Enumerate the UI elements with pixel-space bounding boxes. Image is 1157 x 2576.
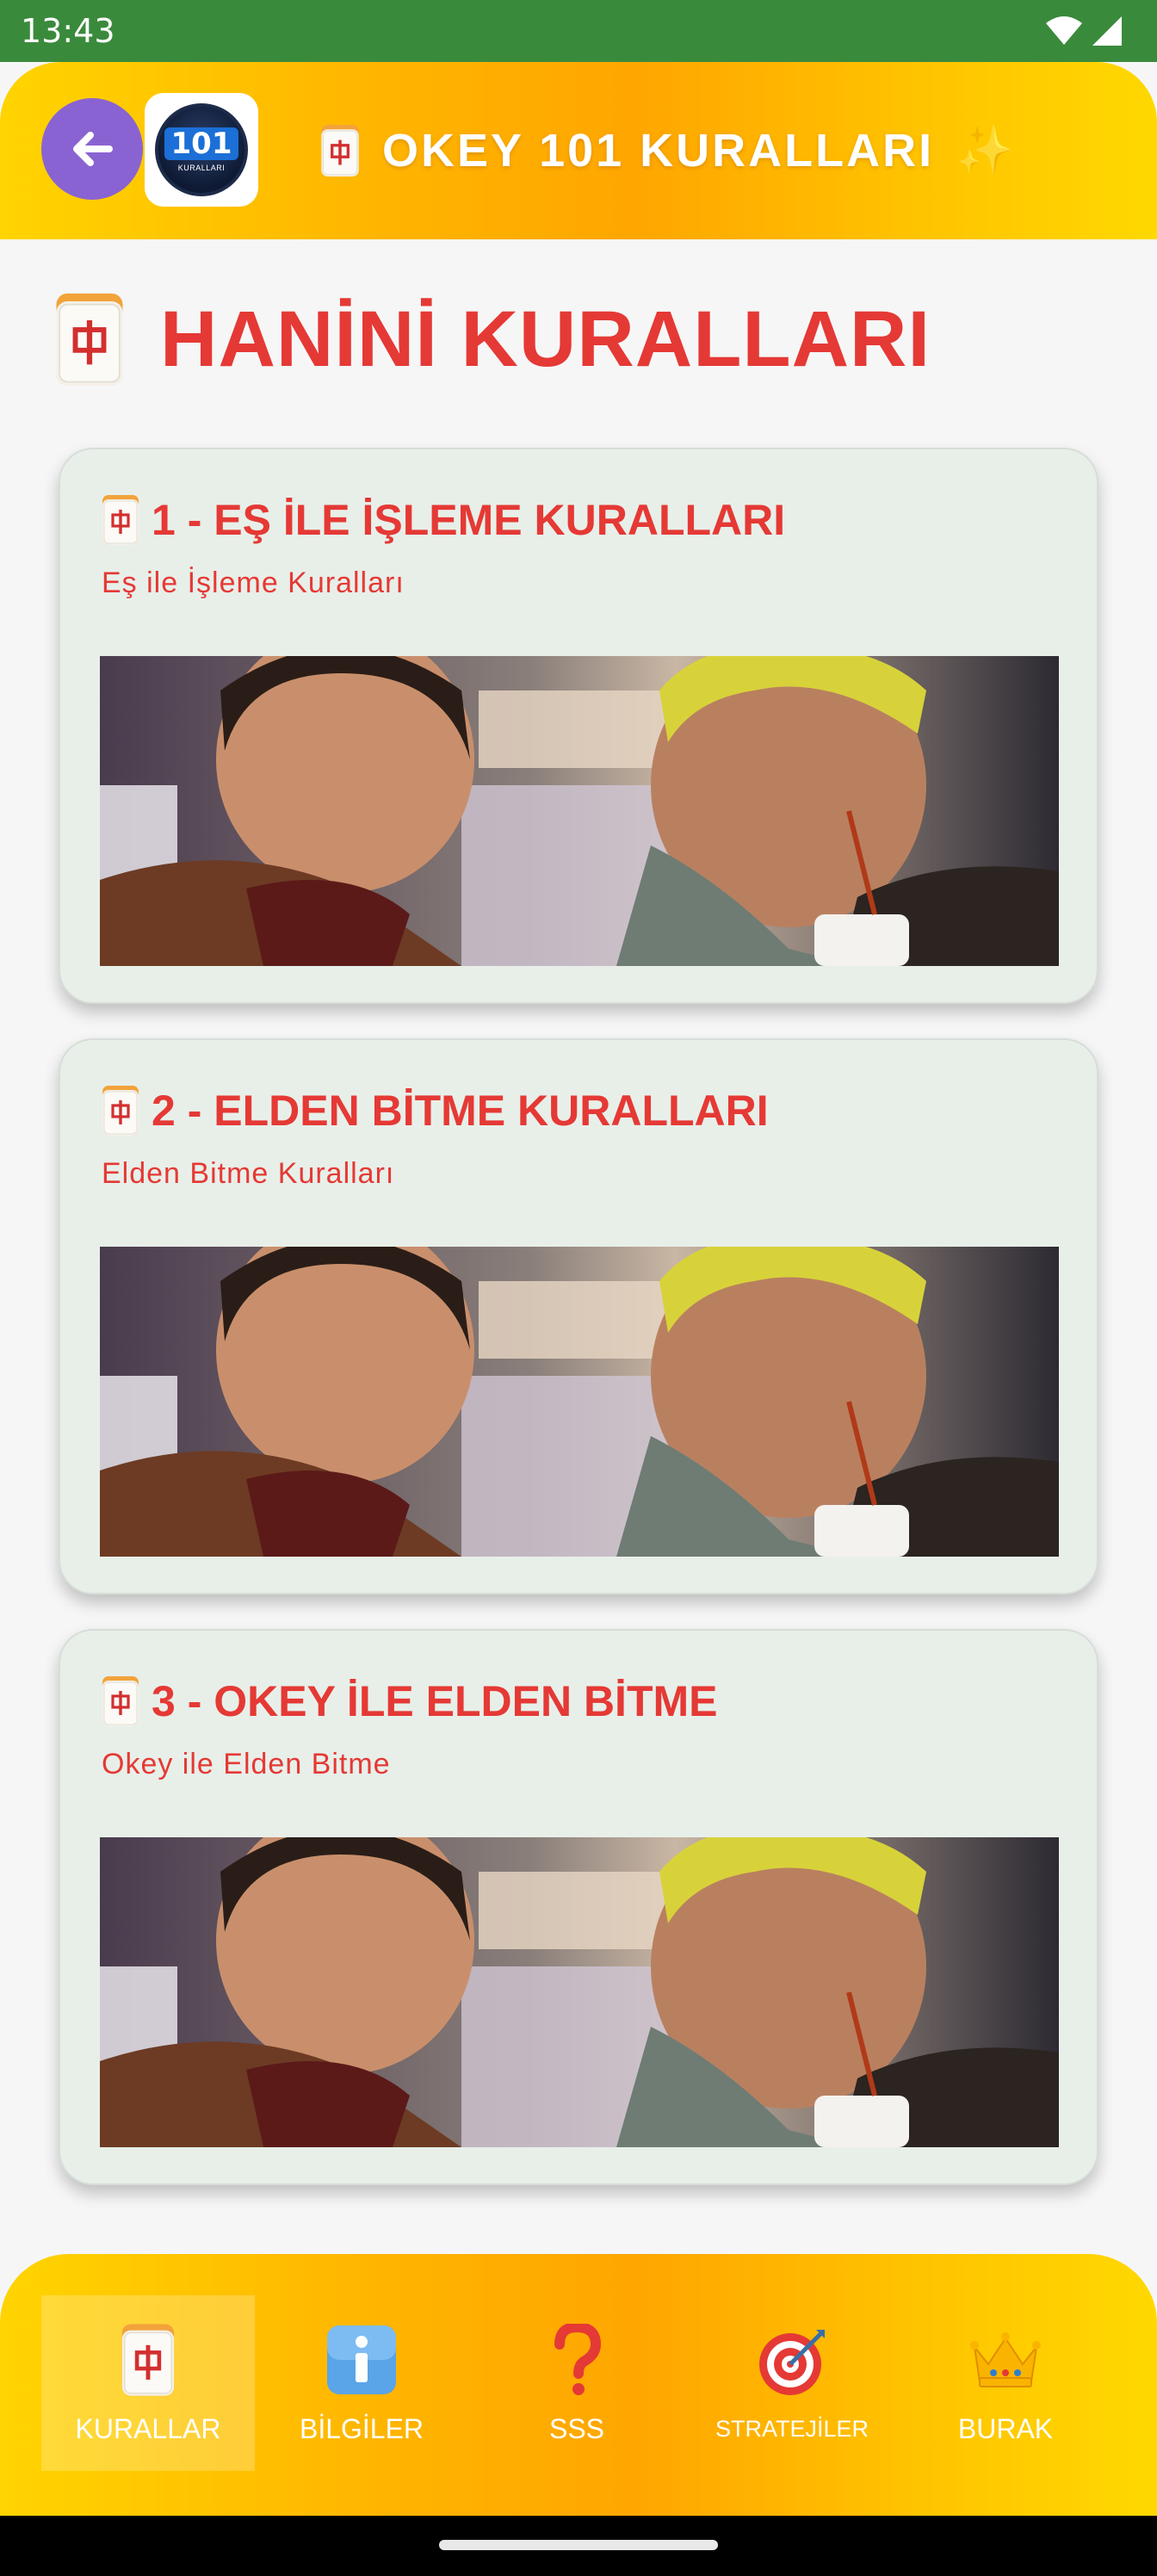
info-icon <box>326 2322 397 2398</box>
status-icons <box>1045 15 1123 46</box>
nav-item-sss[interactable]: SSS <box>470 2295 684 2471</box>
card-photo[interactable] <box>100 1247 1059 1557</box>
logo-badge: 101 KURALLARI <box>155 103 248 196</box>
mahjong-tile-icon <box>102 1675 139 1727</box>
nav-item-kurallar[interactable]: KURALLAR <box>41 2295 255 2471</box>
card-title: 3 - OKEY İLE ELDEN BİTME <box>152 1677 718 1725</box>
photo-two-men <box>100 656 1059 966</box>
header-title: OKEY 101 KURALLARI <box>382 125 935 176</box>
signal-icon <box>1092 16 1122 46</box>
mahjong-tile-icon <box>121 2322 176 2398</box>
card-header: 1 - EŞ İLE İŞLEME KURALLARI <box>102 494 785 546</box>
bottom-navigation: KURALLAR BİLGİLER SSS STRATEJİLER BURAK <box>0 2254 1157 2516</box>
rule-card-1[interactable]: 1 - EŞ İLE İŞLEME KURALLARI Eş ile İşlem… <box>59 448 1098 1004</box>
nav-label: BURAK <box>957 2412 1054 2444</box>
back-button[interactable] <box>41 98 143 200</box>
card-header: 2 - ELDEN BİTME KURALLARI <box>102 1085 769 1136</box>
card-subtitle: Elden Bitme Kuralları <box>102 1157 395 1190</box>
target-icon <box>756 2325 828 2400</box>
photo-two-men <box>100 1247 1059 1557</box>
arrow-left-icon <box>73 132 113 166</box>
page-heading: HANİNİ KURALLARI <box>53 288 931 391</box>
home-gesture-pill[interactable] <box>439 2540 718 2550</box>
card-header: 3 - OKEY İLE ELDEN BİTME <box>102 1675 718 1727</box>
wifi-icon <box>1046 16 1082 45</box>
nav-item-bilgiler[interactable]: BİLGİLER <box>255 2295 468 2471</box>
mahjong-tile-icon <box>102 494 139 546</box>
crown-icon <box>969 2322 1042 2398</box>
header-title-group: OKEY 101 KURALLARI ✨ <box>320 62 1014 239</box>
card-subtitle: Okey ile Elden Bitme <box>102 1748 391 1780</box>
nav-item-stratejiler[interactable]: STRATEJİLER <box>685 2295 899 2471</box>
mahjong-tile-icon <box>102 1085 139 1136</box>
mahjong-tile-icon <box>320 124 360 177</box>
nav-label: SSS <box>548 2412 605 2444</box>
logo-subtitle: KURALLARI <box>177 164 226 172</box>
card-photo[interactable] <box>100 1837 1059 2147</box>
app-header: 101 KURALLARI OKEY 101 KURALLARI ✨ <box>0 62 1157 239</box>
page-title: HANİNİ KURALLARI <box>160 294 931 383</box>
rule-card-3[interactable]: 3 - OKEY İLE ELDEN BİTME Okey ile Elden … <box>59 1629 1098 2185</box>
system-navigation-bar <box>0 2516 1157 2576</box>
nav-label: KURALLAR <box>75 2412 221 2444</box>
card-subtitle: Eş ile İşleme Kuralları <box>102 567 405 599</box>
card-title: 2 - ELDEN BİTME KURALLARI <box>152 1087 769 1135</box>
nav-item-burak[interactable]: BURAK <box>899 2295 1112 2471</box>
card-photo[interactable] <box>100 656 1059 966</box>
logo-number: 101 <box>164 127 239 160</box>
status-time: 13:43 <box>21 12 115 50</box>
nav-label: BİLGİLER <box>299 2412 424 2444</box>
card-title: 1 - EŞ İLE İŞLEME KURALLARI <box>152 496 786 544</box>
photo-two-men <box>100 1837 1059 2147</box>
nav-label: STRATEJİLER <box>715 2415 869 2442</box>
question-icon <box>551 2322 603 2398</box>
status-bar: 13:43 <box>0 0 1157 62</box>
app-logo: 101 KURALLARI <box>145 93 258 207</box>
sparkle-icon: ✨ <box>956 124 1015 176</box>
rule-card-2[interactable]: 2 - ELDEN BİTME KURALLARI Elden Bitme Ku… <box>59 1038 1098 1595</box>
mahjong-tile-icon <box>53 292 126 387</box>
